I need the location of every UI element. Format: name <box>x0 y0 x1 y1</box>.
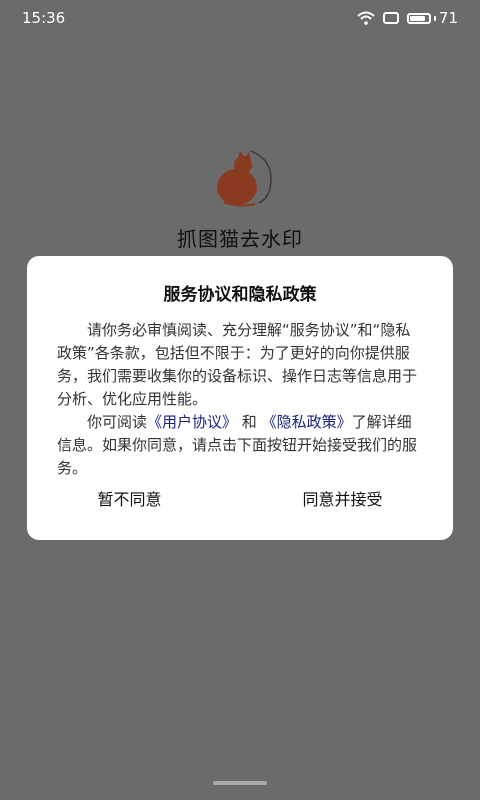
decline-button[interactable]: 暂不同意 <box>87 482 171 514</box>
app-branding: 抓图猫去水印 <box>0 145 480 252</box>
dialog-actions: 暂不同意 同意并接受 <box>27 482 453 514</box>
privacy-dialog: 服务协议和隐私政策 请你务必审慎阅读、充分理解“服务协议”和“隐私政策”各条款，… <box>27 256 453 540</box>
accept-button[interactable]: 同意并接受 <box>292 482 392 514</box>
paragraph2-prefix: 你可阅读 <box>87 413 148 431</box>
app-name: 抓图猫去水印 <box>177 227 303 251</box>
user-agreement-link[interactable]: 《用户协议》 <box>147 413 237 431</box>
status-bar: 15:36 71 <box>0 0 480 36</box>
screen-icon <box>382 12 399 24</box>
app-logo <box>205 145 275 211</box>
dialog-body: 请你务必审慎阅读、充分理解“服务协议”和“隐私政策”各条款，包括但不限于：为了更… <box>57 319 423 480</box>
cat-logo-icon <box>217 150 272 207</box>
battery-icon: 71 <box>406 9 458 27</box>
dialog-paragraph-2: 你可阅读《用户协议》 和 《隐私政策》了解详细信息。如果你同意，请点击下面按钮开… <box>57 411 423 480</box>
and-text: 和 <box>237 413 262 431</box>
dialog-paragraph-1: 请你务必审慎阅读、充分理解“服务协议”和“隐私政策”各条款，包括但不限于：为了更… <box>57 321 418 408</box>
status-icons: 71 <box>357 9 458 27</box>
battery-level: 71 <box>438 9 458 27</box>
home-indicator[interactable] <box>213 781 267 785</box>
status-time: 15:36 <box>22 9 66 27</box>
privacy-policy-link[interactable]: 《隐私政策》 <box>262 413 352 431</box>
dialog-title: 服务协议和隐私政策 <box>163 285 317 305</box>
wifi-icon <box>357 11 375 25</box>
